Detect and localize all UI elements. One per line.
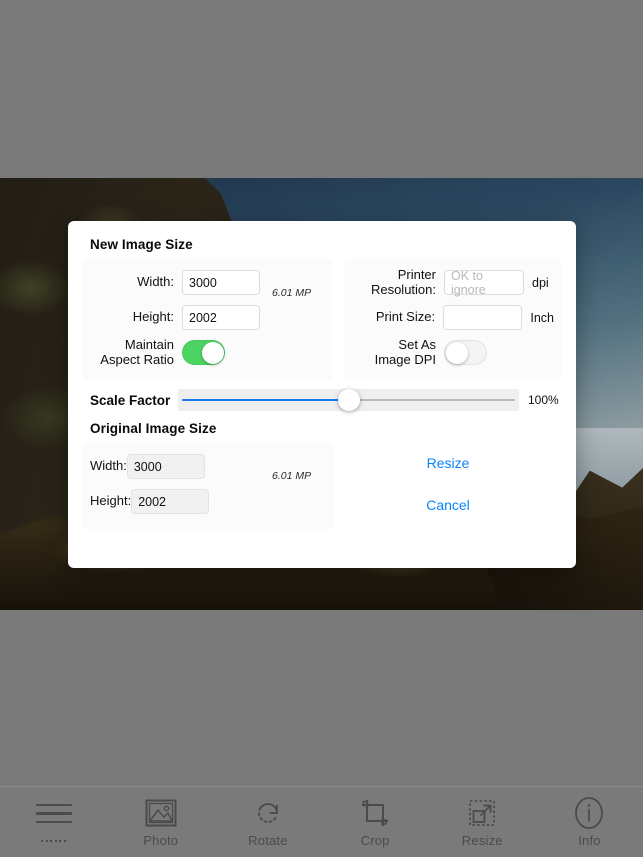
original-image-size-title: Original Image Size — [90, 421, 217, 436]
dialog-actions: Resize Cancel — [334, 443, 562, 529]
new-width-input[interactable]: 3000 — [182, 270, 260, 295]
toolbar-item-info[interactable]: Info — [536, 787, 643, 857]
resize-icon — [462, 796, 502, 830]
printer-resolution-input[interactable]: OK to ignore — [444, 268, 524, 297]
original-height-input: 2002 — [131, 489, 210, 514]
maintain-aspect-ratio-label: Maintain Aspect Ratio — [90, 336, 182, 368]
new-image-size-title: New Image Size — [90, 237, 193, 252]
toolbar-item-crop-label: Crop — [360, 833, 390, 848]
maintain-aspect-ratio-label-line2: Aspect Ratio — [100, 351, 174, 367]
original-image-size-panel: Width: 3000 Height: 2002 6.01 MP — [82, 443, 334, 529]
set-as-image-dpi-label-line1: Set As — [398, 336, 436, 352]
print-settings-panel: Printer Resolution: OK to ignore dpi Pri… — [344, 259, 562, 380]
print-size-unit: Inch — [530, 310, 554, 325]
original-size-megapixels: 6.01 MP — [272, 470, 312, 482]
printer-resolution-label-line2: Resolution: — [370, 281, 436, 297]
toggle-knob — [445, 341, 468, 364]
original-height-field: Height: 2002 — [90, 484, 326, 519]
printer-resolution-label-line1: Printer — [397, 266, 436, 282]
toolbar-item-crop[interactable]: Crop — [322, 787, 429, 857]
app-root: New Image Size Width: 3000 Height: 2002 … — [0, 0, 643, 857]
set-as-image-dpi-label: Set As Image DPI — [352, 336, 444, 368]
new-image-size-panels: Width: 3000 Height: 2002 6.01 MP Maintai… — [82, 259, 562, 380]
original-width-input: 3000 — [126, 454, 205, 479]
resize-dialog: New Image Size Width: 3000 Height: 2002 … — [68, 221, 576, 568]
print-size-label: Print Size: — [375, 309, 436, 325]
crop-icon — [355, 796, 395, 830]
maintain-aspect-ratio-field: Maintain Aspect Ratio — [90, 335, 324, 370]
original-height-value: 2002 — [138, 494, 167, 509]
resize-button[interactable]: Resize — [427, 455, 470, 471]
new-height-label: Height: — [132, 309, 174, 325]
toolbar-item-photo-label: Photo — [143, 833, 179, 848]
scale-factor-row: Scale Factor 100% — [82, 389, 562, 411]
new-size-megapixels: 6.01 MP — [272, 287, 312, 299]
original-image-size-section: Original Image Size Width: 3000 Height: … — [82, 421, 562, 529]
maintain-aspect-ratio-label-line1: Maintain — [124, 336, 174, 352]
set-as-image-dpi-toggle[interactable] — [444, 340, 487, 365]
info-icon — [569, 796, 609, 830]
toolbar-item-resize[interactable]: Resize — [429, 787, 536, 857]
original-width-label: Width: — [90, 458, 127, 474]
toolbar-item-info-label: Info — [578, 833, 601, 848]
slider-track-fill — [182, 399, 349, 401]
toolbar-item-rotate-label: Rotate — [248, 833, 288, 848]
printer-resolution-placeholder: OK to ignore — [451, 268, 486, 297]
cancel-button[interactable]: Cancel — [426, 497, 470, 513]
printer-resolution-field: Printer Resolution: OK to ignore dpi — [352, 265, 554, 300]
new-image-size-panel: Width: 3000 Height: 2002 6.01 MP Maintai… — [82, 259, 332, 380]
toggle-knob — [201, 341, 224, 364]
toolbar-item-menu-label — [41, 834, 66, 848]
rotate-icon — [248, 796, 288, 830]
original-width-value: 3000 — [133, 459, 162, 474]
original-height-label: Height: — [90, 493, 132, 509]
new-height-field: Height: 2002 — [90, 300, 324, 335]
slider-thumb[interactable] — [337, 389, 360, 411]
printer-resolution-label: Printer Resolution: — [352, 266, 444, 298]
original-image-size-body: Width: 3000 Height: 2002 6.01 MP Resize … — [82, 443, 562, 529]
print-size-field: Print Size: Inch — [352, 300, 554, 335]
maintain-aspect-ratio-toggle[interactable] — [182, 340, 225, 365]
new-width-value: 3000 — [189, 275, 217, 290]
print-size-input[interactable] — [443, 305, 523, 330]
set-as-image-dpi-field: Set As Image DPI — [352, 335, 554, 370]
toolbar-item-resize-label: Resize — [461, 833, 503, 848]
toolbar-item-rotate[interactable]: Rotate — [214, 787, 321, 857]
hamburger-menu-icon — [34, 797, 74, 831]
bottom-toolbar: Photo Rotate Crop Resize Info — [0, 786, 643, 857]
scale-factor-label: Scale Factor — [90, 392, 171, 408]
toolbar-item-photo[interactable]: Photo — [107, 787, 214, 857]
set-as-image-dpi-label-line2: Image DPI — [374, 351, 436, 367]
scale-factor-slider[interactable] — [178, 389, 519, 411]
new-height-input[interactable]: 2002 — [182, 305, 260, 330]
printer-resolution-unit: dpi — [532, 275, 549, 290]
new-width-label: Width: — [137, 274, 174, 290]
scale-factor-value: 100% — [528, 393, 559, 407]
new-height-value: 2002 — [189, 310, 217, 325]
toolbar-item-menu[interactable] — [0, 787, 107, 857]
photo-icon — [141, 796, 181, 830]
